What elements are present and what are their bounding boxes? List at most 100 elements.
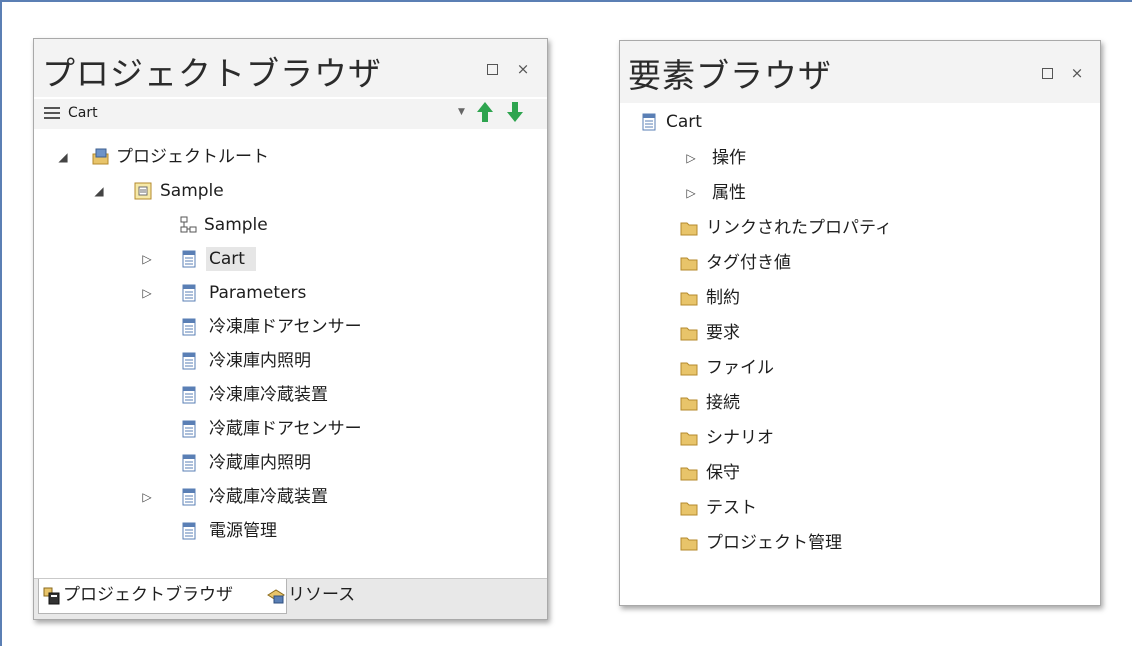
project-browser-icon: [43, 587, 60, 605]
diagram-icon: [180, 216, 197, 233]
tree-item-linked-properties[interactable]: リンクされたプロパティ: [620, 211, 1100, 245]
expanded-icon[interactable]: ◢: [92, 174, 106, 208]
block-icon: [182, 420, 196, 438]
tree-item-freezer-light[interactable]: 冷凍庫内照明: [34, 344, 547, 378]
collapsed-icon[interactable]: ▷: [140, 480, 154, 514]
tree-item-label: 制約: [706, 288, 740, 308]
tree-item-fridge-cooling[interactable]: ▷ 冷蔵庫冷蔵装置: [34, 480, 547, 514]
tree-item-label: 保守: [706, 463, 740, 483]
window-frame-top: [0, 0, 1132, 2]
restore-icon[interactable]: [1039, 65, 1055, 81]
tab-project-browser[interactable]: プロジェクトブラウザ: [38, 579, 287, 614]
tree-item-cart[interactable]: Cart: [620, 105, 1100, 139]
tree-item-label: タグ付き値: [706, 253, 791, 273]
restore-icon[interactable]: [484, 61, 500, 77]
tree-item-label: 接続: [706, 393, 740, 413]
tree-item-label: テスト: [706, 498, 757, 518]
tree-item-freezer-cooling[interactable]: 冷凍庫冷蔵装置: [34, 378, 547, 412]
block-icon: [642, 113, 656, 131]
context-element-label: Cart: [68, 105, 98, 121]
folder-icon: [680, 222, 698, 236]
tree-item-attributes[interactable]: ▷ 属性: [620, 176, 1100, 210]
folder-icon: [680, 257, 698, 271]
tree-item-label: 冷凍庫内照明: [209, 351, 311, 371]
tree-item-project-root[interactable]: ◢ プロジェクトルート: [34, 140, 547, 174]
tree-item-constraints[interactable]: 制約: [620, 281, 1100, 315]
tree-item-label: シナリオ: [706, 428, 774, 448]
move-down-icon[interactable]: [504, 99, 526, 125]
tree-item-label: Cart: [666, 112, 702, 132]
element-browser-titlebar[interactable]: 要素ブラウザ ×: [620, 41, 1100, 103]
tree-item-parameters[interactable]: ▷ Parameters: [34, 276, 547, 310]
package-icon: [134, 182, 152, 200]
tree-item-fridge-door-sensor[interactable]: 冷蔵庫ドアセンサー: [34, 412, 547, 446]
tree-item-label: 要求: [706, 323, 740, 343]
project-browser-titlebar[interactable]: プロジェクトブラウザ ×: [34, 39, 547, 97]
element-browser-panel: 要素ブラウザ × Cart ▷ 操作 ▷ 属性 リンクされたプロパティ タグ付き…: [619, 40, 1101, 606]
folder-icon: [680, 432, 698, 446]
tree-item-label: 冷蔵庫内照明: [209, 453, 311, 473]
tree-item-sample-diagram[interactable]: Sample: [34, 208, 547, 242]
project-browser-tab-bar: プロジェクトブラウザ リソース: [34, 578, 547, 619]
block-icon: [182, 488, 196, 506]
tree-item-requirements[interactable]: 要求: [620, 316, 1100, 350]
expanded-icon[interactable]: ◢: [56, 140, 70, 174]
collapsed-icon[interactable]: ▷: [140, 242, 154, 276]
tree-item-scenarios[interactable]: シナリオ: [620, 421, 1100, 455]
tree-item-operations[interactable]: ▷ 操作: [620, 141, 1100, 175]
tree-item-fridge-light[interactable]: 冷蔵庫内照明: [34, 446, 547, 480]
folder-icon: [680, 362, 698, 376]
collapsed-icon[interactable]: ▷: [140, 276, 154, 310]
folder-icon: [680, 292, 698, 306]
tree-item-label: Sample: [204, 215, 268, 235]
window-frame-left: [0, 0, 2, 646]
close-icon[interactable]: ×: [1069, 65, 1085, 81]
collapsed-icon[interactable]: ▷: [684, 176, 698, 210]
folder-icon: [680, 502, 698, 516]
tree-item-files[interactable]: ファイル: [620, 351, 1100, 385]
tree-item-power-management[interactable]: 電源管理: [34, 514, 547, 548]
tree-item-tagged-values[interactable]: タグ付き値: [620, 246, 1100, 280]
collapsed-icon[interactable]: ▷: [684, 141, 698, 175]
tree-item-connections[interactable]: 接続: [620, 386, 1100, 420]
block-icon: [182, 386, 196, 404]
tree-item-label: 冷蔵庫冷蔵装置: [209, 487, 328, 507]
move-up-icon[interactable]: [474, 99, 496, 125]
element-browser-title: 要素ブラウザ: [628, 56, 832, 95]
tree-item-sample-package[interactable]: ◢ Sample: [34, 174, 547, 208]
resources-icon: [267, 589, 285, 604]
folder-icon: [680, 327, 698, 341]
block-icon: [182, 284, 196, 302]
tree-item-label: プロジェクト管理: [706, 533, 842, 553]
block-icon: [182, 522, 196, 540]
tree-item-tests[interactable]: テスト: [620, 491, 1100, 525]
tree-item-label: 冷凍庫ドアセンサー: [209, 317, 362, 337]
tree-item-project-management[interactable]: プロジェクト管理: [620, 526, 1100, 560]
tree-item-freezer-door-sensor[interactable]: 冷凍庫ドアセンサー: [34, 310, 547, 344]
tree-item-label: 操作: [712, 148, 746, 168]
project-browser-toolbar: Cart ▼: [34, 99, 547, 129]
tree-item-label: 電源管理: [209, 521, 277, 541]
menu-icon[interactable]: [44, 107, 60, 119]
tree-item-label: Parameters: [209, 283, 307, 303]
tree-item-cart[interactable]: ▷ Cart: [34, 242, 547, 276]
folder-icon: [680, 537, 698, 551]
project-root-icon: [92, 148, 109, 165]
block-icon: [182, 352, 196, 370]
tree-item-label: 冷凍庫冷蔵装置: [209, 385, 328, 405]
tree-item-label: リンクされたプロパティ: [706, 218, 892, 238]
block-icon: [182, 318, 196, 336]
folder-icon: [680, 397, 698, 411]
close-icon[interactable]: ×: [515, 61, 531, 77]
tree-item-maintenance[interactable]: 保守: [620, 456, 1100, 490]
project-browser-title: プロジェクトブラウザ: [42, 54, 382, 93]
dropdown-arrow-icon[interactable]: ▼: [458, 107, 465, 117]
project-browser-panel: プロジェクトブラウザ × Cart ▼ ◢ プロジェクトルート ◢ Sample…: [33, 38, 548, 620]
block-icon: [182, 454, 196, 472]
tab-resources[interactable]: リソース: [264, 579, 428, 613]
tree-item-label: 冷蔵庫ドアセンサー: [209, 419, 362, 439]
tree-item-label: ファイル: [706, 358, 774, 378]
folder-icon: [680, 467, 698, 481]
tree-item-label: Sample: [160, 181, 224, 201]
tree-item-label: 属性: [712, 183, 746, 203]
